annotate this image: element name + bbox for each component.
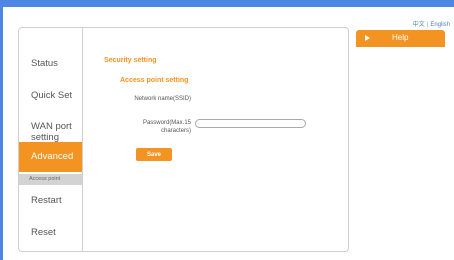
password-input[interactable] (195, 119, 306, 128)
sidebar-item-advanced[interactable]: Advanced (19, 142, 82, 172)
content-area: Security setting Access point setting Ne… (83, 28, 348, 251)
sidebar-item-wan-port-setting[interactable]: WAN port setting (19, 121, 82, 143)
help-label: Help (392, 33, 409, 42)
window-top-border (0, 0, 454, 7)
sidebar-item-reset[interactable]: Reset (19, 227, 82, 238)
section-title: Security setting (104, 57, 157, 64)
main-panel: Status Quick Set WAN port setting Advanc… (18, 27, 349, 252)
sidebar-item-quick-set[interactable]: Quick Set (19, 90, 82, 101)
language-english-link[interactable]: English (430, 22, 450, 28)
sidebar-item-restart[interactable]: Restart (19, 195, 82, 206)
subsection-title: Access point setting (120, 77, 189, 84)
language-chinese-link[interactable]: 中文 (413, 22, 425, 28)
sidebar-item-status[interactable]: Status (19, 58, 82, 69)
language-separator: | (426, 22, 429, 28)
sidebar-nav: Status Quick Set WAN port setting Advanc… (19, 28, 83, 251)
sidebar-subitem-access-point[interactable]: Access point (19, 174, 82, 185)
expand-arrow-icon (365, 35, 370, 41)
help-tab[interactable]: Help (356, 30, 445, 47)
language-switcher: 中文 | English (413, 19, 450, 28)
save-button[interactable]: Save (136, 148, 172, 161)
password-label: Password(Max.15 characters) (142, 120, 191, 134)
ssid-label: Network name(SSID) (134, 96, 191, 102)
window-left-border (0, 0, 3, 260)
